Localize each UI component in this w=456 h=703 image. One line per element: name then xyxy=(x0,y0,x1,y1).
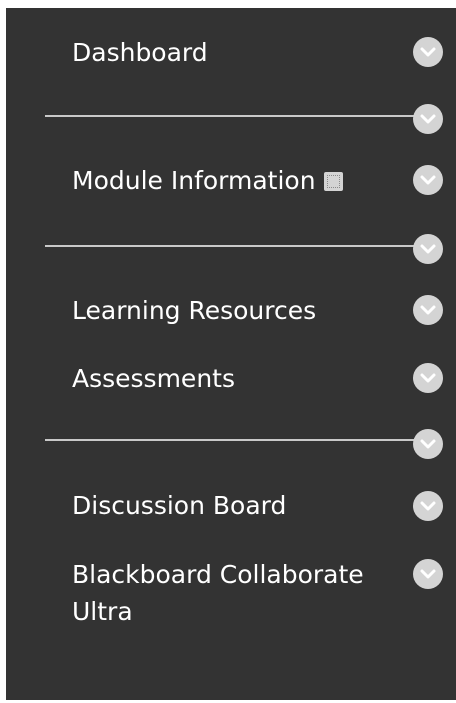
menu-item-dashboard[interactable]: Dashboard xyxy=(72,34,208,71)
chevron-down-icon[interactable] xyxy=(413,234,443,264)
menu-item-learning-resources[interactable]: Learning Resources xyxy=(72,292,316,329)
menu-item-label: Learning Resources xyxy=(72,296,317,325)
menu-item-label: Discussion Board xyxy=(72,491,287,520)
chevron-down-icon[interactable] xyxy=(413,165,443,195)
menu-item-blackboard-collaborate-ultra[interactable]: Blackboard Collaborate Ultra xyxy=(72,556,392,630)
chevron-down-icon[interactable] xyxy=(413,363,443,393)
chevron-down-icon[interactable] xyxy=(413,559,443,589)
content-page-icon xyxy=(323,171,343,191)
menu-divider xyxy=(45,245,415,247)
menu-item-module-information[interactable]: Module Information xyxy=(72,162,343,199)
course-menu: Dashboard Module Information Learning Re… xyxy=(6,8,456,700)
menu-item-label: Blackboard Collaborate Ultra xyxy=(72,560,364,626)
menu-item-discussion-board[interactable]: Discussion Board xyxy=(72,487,286,524)
chevron-down-icon[interactable] xyxy=(413,37,443,67)
menu-divider xyxy=(45,115,415,117)
chevron-down-icon[interactable] xyxy=(413,491,443,521)
chevron-down-icon[interactable] xyxy=(413,295,443,325)
chevron-down-icon[interactable] xyxy=(413,429,443,459)
chevron-down-icon[interactable] xyxy=(413,104,443,134)
menu-item-label: Assessments xyxy=(72,364,235,393)
menu-item-label: Dashboard xyxy=(72,38,208,67)
menu-divider xyxy=(45,439,415,441)
menu-item-assessments[interactable]: Assessments xyxy=(72,360,235,397)
menu-item-label: Module Information xyxy=(72,166,316,195)
